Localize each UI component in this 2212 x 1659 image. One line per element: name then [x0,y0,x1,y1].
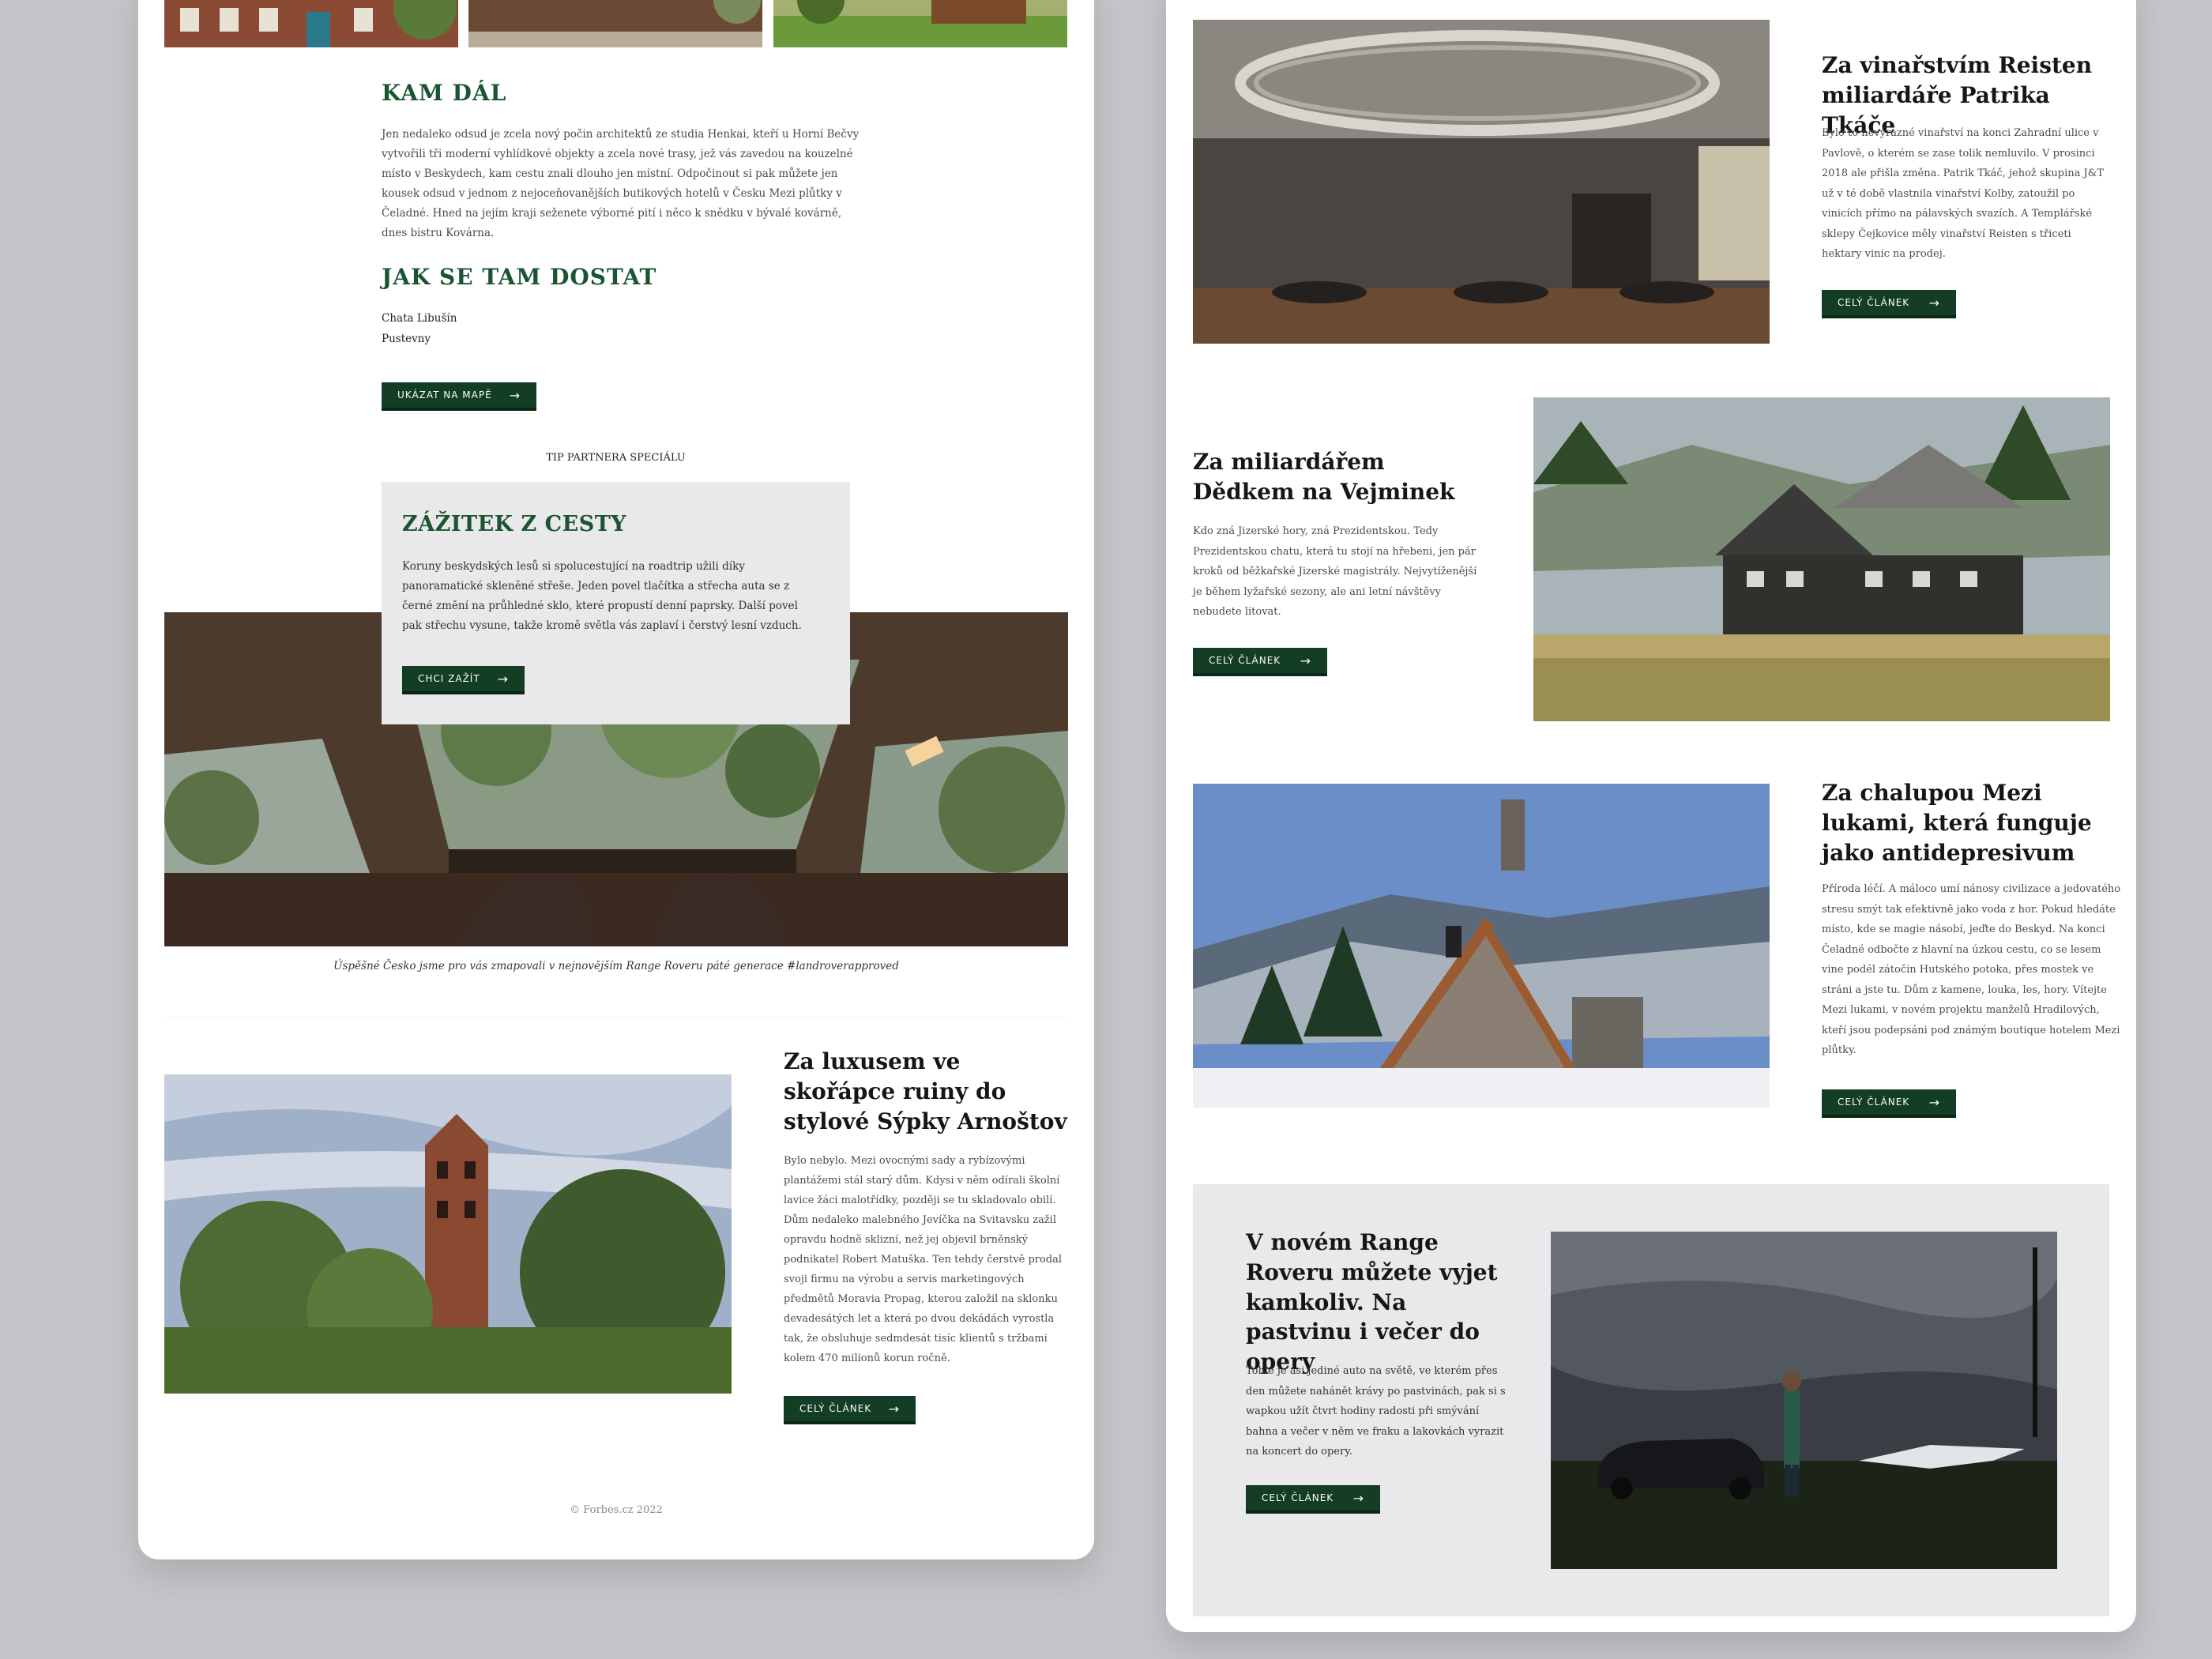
location-line-1: Chata Libušín [382,312,457,325]
promo-read-more-button[interactable]: CELÝ ČLÁNEK → [1246,1485,1380,1514]
left-page-panel: KAM DÁL Jen nedaleko odsud je zcela nový… [138,0,1094,1559]
partner-box-text: Koruny beskydských lesů si spolucestujíc… [402,560,802,632]
arrow-right-icon: → [1928,295,1940,310]
show-on-map-label: UKÁZAT NA MAPĚ [397,389,492,401]
mezi-lukami-article-text: Příroda léčí. A máloco umí nánosy civili… [1822,883,2121,1056]
promo-text: Tohle je asi jediné auto na světě, ve kt… [1246,1365,1506,1458]
kam-dal-heading: KAM DÁL [382,80,507,106]
photo-caption: Úspěšné Česko jsme pro vás zmapovali v n… [333,960,899,972]
prezidentska-chata-photo [1533,397,2110,721]
promo-read-more-label: CELÝ ČLÁNEK [1262,1492,1334,1503]
sypka-arnostov-photo [164,1074,732,1394]
kam-dal-text: Jen nedaleko odsud je zcela nový počin a… [382,128,860,239]
chci-zazit-label: CHCI ZAŽÍT [418,673,480,684]
show-on-map-button[interactable]: UKÁZAT NA MAPĚ → [382,382,536,411]
dedek-read-more-button[interactable]: CELÝ ČLÁNEK → [1193,648,1327,676]
sypka-read-more-label: CELÝ ČLÁNEK [799,1403,872,1414]
arrow-right-icon: → [888,1401,900,1416]
top-photo-3 [773,0,1067,47]
top-photo-2 [468,0,762,47]
top-photo-1 [164,0,458,47]
reisten-article-text: Bylo to nevýrazné vinařství na konci Zah… [1822,127,2104,260]
range-rover-photo [1551,1232,2057,1569]
arrow-right-icon: → [509,387,521,403]
dedek-article-title: Za miliardářem Dědkem na Vejminek [1193,449,1455,505]
reisten-read-more-label: CELÝ ČLÁNEK [1838,297,1910,308]
arrow-right-icon: → [1352,1490,1364,1506]
arrow-right-icon: → [497,671,509,687]
section-divider [164,1017,1068,1018]
reisten-winery-photo [1193,20,1770,344]
copyright-text: © Forbes.cz 2022 [570,1504,663,1516]
mezi-lukami-article-title: Za chalupou Mezi lukami, která funguje j… [1822,780,2092,866]
partner-tip-label: TIP PARTNERA SPECIÁLU [546,452,686,464]
partner-box: ZÁŽITEK Z CESTY Koruny beskydských lesů … [382,482,850,724]
jak-se-tam-dostat-heading: JAK SE TAM DOSTAT [382,264,657,290]
location-line-2: Pustevny [382,333,431,345]
partner-box-title: ZÁŽITEK Z CESTY [402,512,627,536]
promo-title: V novém Range Roveru můžete vyjet kamkol… [1246,1229,1498,1375]
sypka-article-text: Bylo nebylo. Mezi ovocnými sady a rybízo… [784,1155,1063,1364]
right-page-panel: Za vinařstvím Reisten miliardáře Patrika… [1166,0,2136,1632]
mezi-lukami-read-more-button[interactable]: CELÝ ČLÁNEK → [1822,1089,1956,1118]
dedek-article-text: Kdo zná Jizerské hory, zná Prezidentskou… [1193,525,1477,618]
reisten-read-more-button[interactable]: CELÝ ČLÁNEK → [1822,290,1956,318]
sypka-read-more-button[interactable]: CELÝ ČLÁNEK → [784,1396,916,1424]
chci-zazit-button[interactable]: CHCI ZAŽÍT → [402,666,525,694]
mezi-lukami-photo [1193,784,1770,1108]
mezi-lukami-read-more-label: CELÝ ČLÁNEK [1838,1097,1910,1108]
arrow-right-icon: → [1928,1094,1940,1110]
sypka-article-title: Za luxusem ve skořápce ruiny do stylové … [784,1048,1067,1134]
range-rover-promo-box: V novém Range Roveru můžete vyjet kamkol… [1193,1184,2109,1616]
dedek-read-more-label: CELÝ ČLÁNEK [1209,655,1281,666]
arrow-right-icon: → [1300,653,1311,668]
